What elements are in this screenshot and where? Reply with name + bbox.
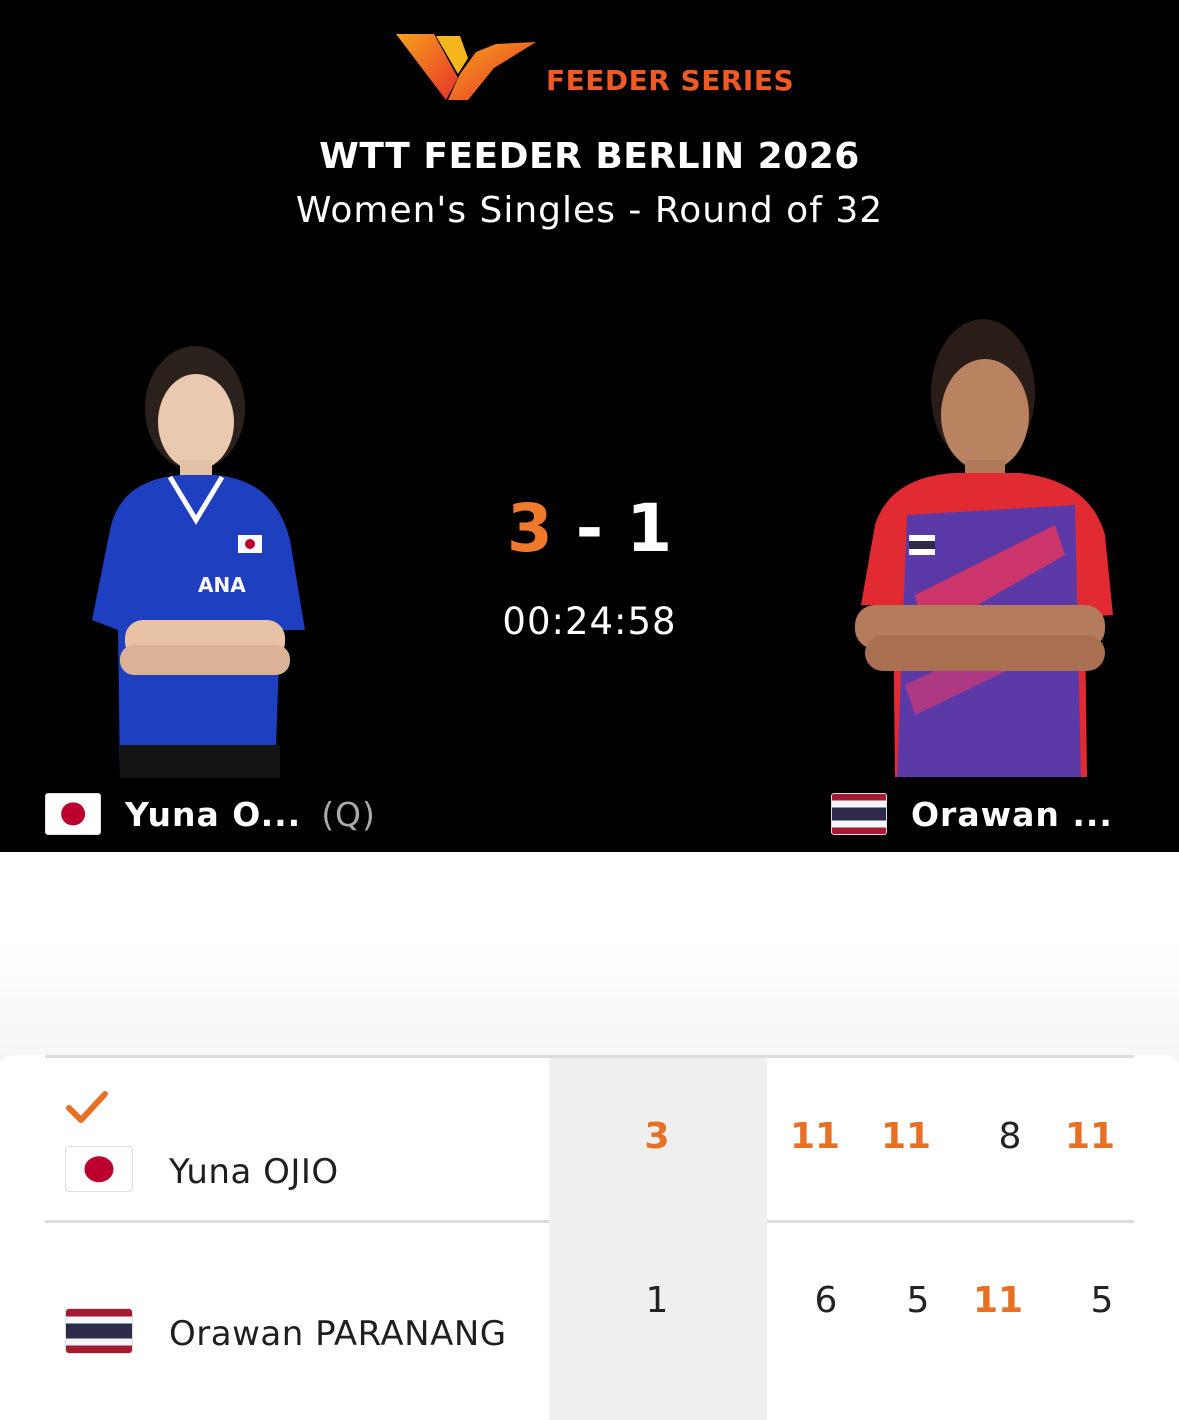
section-spacer <box>0 852 1179 1062</box>
scoreboard-table: Yuna OJIO 3 11 11 8 11 Orawan PARANANG 1… <box>0 1055 1179 1420</box>
score-right: 1 <box>626 490 673 567</box>
match-score: 3 - 1 <box>0 490 1179 567</box>
japan-flag-icon <box>45 793 101 835</box>
match-hero: FEEDER SERIES WTT FEEDER BERLIN 2026 Wom… <box>0 0 1179 852</box>
game-score-3: 11 <box>972 1280 1024 1321</box>
svg-text:ANA: ANA <box>198 573 246 597</box>
game-score-1: 6 <box>814 1280 838 1321</box>
player-left-name: Yuna O... <box>125 794 302 834</box>
game-score-3: 8 <box>998 1116 1022 1157</box>
player-name: Yuna OJIO <box>169 1152 339 1192</box>
score-left: 3 <box>506 490 553 567</box>
sets-won: 1 <box>645 1280 669 1321</box>
table-row[interactable]: Yuna OJIO 3 11 11 8 11 <box>45 1055 1134 1223</box>
player-left-label[interactable]: Yuna O... (Q) <box>45 792 376 836</box>
thailand-flag-icon <box>831 793 887 835</box>
player-right-name: Orawan ... <box>911 794 1113 834</box>
japan-flag-icon <box>65 1146 133 1192</box>
qualifier-tag: (Q) <box>321 794 376 834</box>
game-score-2: 5 <box>906 1280 930 1321</box>
score-separator: - <box>575 490 604 567</box>
logo-wordmark: FEEDER SERIES <box>546 64 795 97</box>
winner-check-icon <box>66 1091 108 1123</box>
event-subtitle: Women's Singles - Round of 32 <box>295 190 884 231</box>
player-name: Orawan PARANANG <box>169 1314 507 1354</box>
sets-won: 3 <box>644 1116 670 1157</box>
game-score-4: 5 <box>1090 1280 1114 1321</box>
game-score-2: 11 <box>880 1116 932 1157</box>
match-timer: 00:24:58 <box>502 600 677 643</box>
event-title: WTT FEEDER BERLIN 2026 <box>319 136 860 177</box>
game-score-4: 11 <box>1064 1116 1116 1157</box>
table-row[interactable]: Orawan PARANANG 1 6 5 11 5 <box>45 1220 1134 1420</box>
game-score-1: 11 <box>789 1116 841 1157</box>
thailand-flag-icon <box>65 1308 133 1354</box>
player-right-label[interactable]: Orawan ... <box>831 792 1113 836</box>
wtt-logo: FEEDER SERIES <box>396 30 796 105</box>
wtt-logo-mark <box>396 34 536 100</box>
